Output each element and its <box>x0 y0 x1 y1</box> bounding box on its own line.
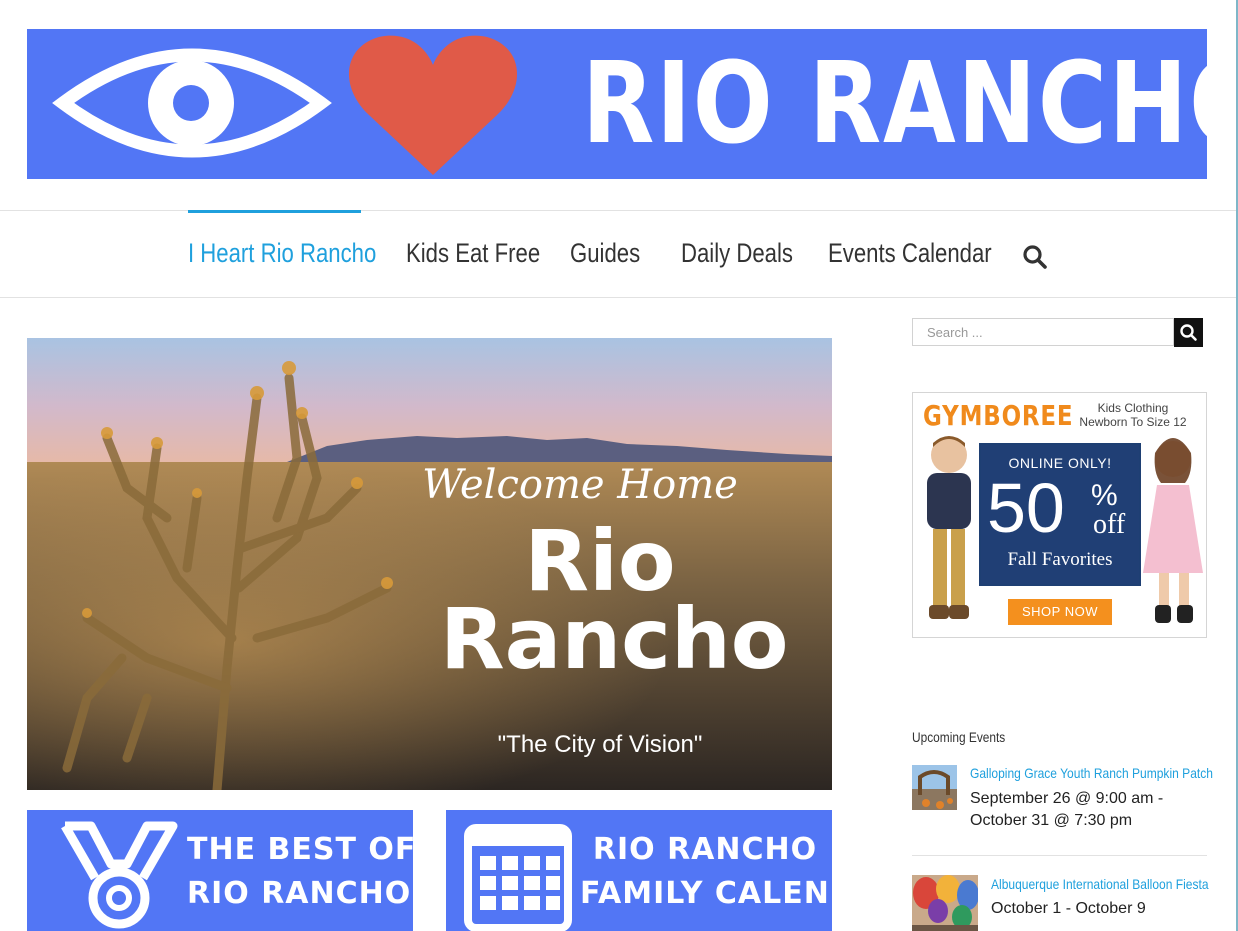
hero-city-line2: Rancho <box>440 590 789 688</box>
family-calendar-promo[interactable]: RIO RANCHO FAMILY CALENDAR <box>446 810 832 931</box>
family-calendar-promo-line2: FAMILY CALENDAR <box>580 876 832 911</box>
hero-tagline: "The City of Vision" <box>497 731 703 758</box>
nav-item-kids-eat-free[interactable]: Kids Eat Free <box>406 238 540 269</box>
ad-subtitle-line1: Kids Clothing <box>1097 401 1169 415</box>
nav-bottom-divider <box>0 297 1236 298</box>
nav-active-indicator <box>188 210 361 213</box>
eye-icon <box>52 48 332 158</box>
best-of-promo-line1: THE BEST OF <box>187 832 413 867</box>
event-title-link[interactable]: Albuquerque International Balloon Fiesta <box>991 876 1209 892</box>
ad-percent-sign: % <box>1091 479 1118 512</box>
hero-city-line1: Rio <box>524 512 676 610</box>
best-of-rio-rancho-promo[interactable]: THE BEST OF RIO RANCHO <box>27 810 413 931</box>
event-date-line2: October 31 @ 7:30 pm <box>970 812 1133 829</box>
ad-subtitle: Kids Clothing Newborn To Size 12 <box>1063 401 1203 429</box>
family-calendar-promo-text: RIO RANCHO FAMILY CALENDAR <box>580 828 832 916</box>
nav-item-guides[interactable]: Guides <box>570 238 640 269</box>
ad-shop-now-button[interactable]: SHOP NOW <box>1008 599 1112 625</box>
sidebar-search-button[interactable] <box>1174 318 1203 347</box>
ad-fall-favorites: Fall Favorites <box>1007 549 1113 570</box>
banner-title: RIO RANCHO <box>582 39 1207 169</box>
ad-percent: 50 <box>987 469 1065 547</box>
sidebar-search-input[interactable] <box>912 318 1174 346</box>
event-date: October 1 - October 9 <box>991 898 1146 920</box>
search-icon <box>1180 324 1197 341</box>
nav-search-button[interactable] <box>1022 244 1048 270</box>
upcoming-events-heading: Upcoming Events <box>912 729 1006 745</box>
ad-subtitle-line2: Newborn To Size 12 <box>1079 415 1187 429</box>
event-divider <box>912 855 1207 856</box>
nav-top-divider <box>0 210 1236 211</box>
ad-brand-logo: GYMBOREE <box>923 399 1074 432</box>
event-thumbnail[interactable] <box>912 765 957 810</box>
event-date-line1: September 26 @ 9:00 am - <box>970 790 1164 807</box>
site-banner-logo[interactable]: RIO RANCHO <box>27 29 1207 179</box>
gymboree-ad-banner[interactable]: GYMBOREE Kids Clothing Newborn To Size 1… <box>912 392 1207 638</box>
nav-item-daily-deals[interactable]: Daily Deals <box>681 238 793 269</box>
search-icon <box>1023 245 1047 269</box>
calendar-icon <box>464 824 572 931</box>
hero-city-title: Rio Rancho <box>440 512 789 688</box>
pumpkin-patch-thumbnail <box>912 765 957 810</box>
event-date-line1: October 1 - October 9 <box>991 900 1146 917</box>
nav-item-i-heart-rio-rancho[interactable]: I Heart Rio Rancho <box>188 238 376 269</box>
nav-item-events-calendar[interactable]: Events Calendar <box>828 238 992 269</box>
medal-icon <box>61 821 178 929</box>
event-title-link[interactable]: Galloping Grace Youth Ranch Pumpkin Patc… <box>970 765 1213 781</box>
hero-welcome-text: Welcome Home <box>422 462 738 508</box>
best-of-promo-line2: RIO RANCHO <box>187 876 412 911</box>
family-calendar-promo-line1: RIO RANCHO <box>592 832 818 867</box>
heart-icon <box>348 35 518 175</box>
balloon-fiesta-thumbnail <box>912 875 978 931</box>
event-thumbnail[interactable] <box>912 875 978 931</box>
ad-off: off <box>1093 509 1126 540</box>
event-date: September 26 @ 9:00 am - October 31 @ 7:… <box>970 788 1163 832</box>
best-of-promo-text: THE BEST OF RIO RANCHO <box>187 828 413 916</box>
ad-offer-box: ONLINE ONLY! 50 % off Fall Favorites <box>979 443 1141 586</box>
